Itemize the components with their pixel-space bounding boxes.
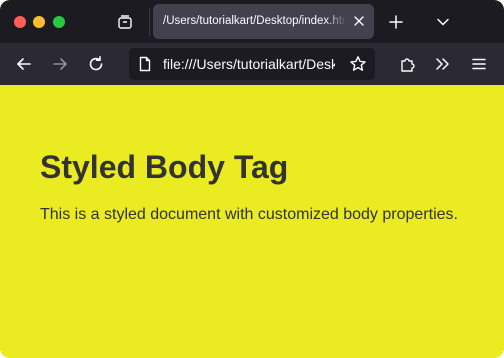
overflow-chevrons-icon[interactable] [433,54,453,74]
extensions-icon[interactable] [398,54,418,74]
tab-separator [149,8,150,36]
hamburger-menu-icon[interactable] [469,54,489,74]
tab-bar: /Users/tutorialkart/Desktop/index.html [0,0,504,43]
nav-toolbar: file:///Users/tutorialkart/Desktop/index… [0,43,504,85]
page-heading: Styled Body Tag [40,149,289,185]
close-window-button[interactable] [14,16,26,28]
page-paragraph: This is a styled document with customize… [40,206,458,223]
page-content: Styled Body Tag This is a styled documen… [0,85,504,358]
close-icon[interactable] [353,15,365,27]
address-bar[interactable]: file:///Users/tutorialkart/Desktop/index… [129,48,375,80]
chevron-down-icon[interactable] [436,15,450,29]
zoom-window-button[interactable] [53,16,65,28]
minimize-window-button[interactable] [33,16,45,28]
page-icon [137,56,153,72]
tab-manager-icon[interactable] [116,13,134,31]
back-arrow-icon[interactable] [14,54,34,74]
reload-icon[interactable] [86,54,106,74]
plus-icon[interactable] [388,14,404,30]
forward-arrow-icon[interactable] [50,54,70,74]
star-icon[interactable] [349,55,367,73]
tab-title: /Users/tutorialkart/Desktop/index.html [163,15,347,27]
url-text[interactable]: file:///Users/tutorialkart/Desktop/index… [163,56,335,73]
browser-window: /Users/tutorialkart/Desktop/index.html f… [0,0,504,358]
active-tab[interactable]: /Users/tutorialkart/Desktop/index.html [153,4,374,39]
